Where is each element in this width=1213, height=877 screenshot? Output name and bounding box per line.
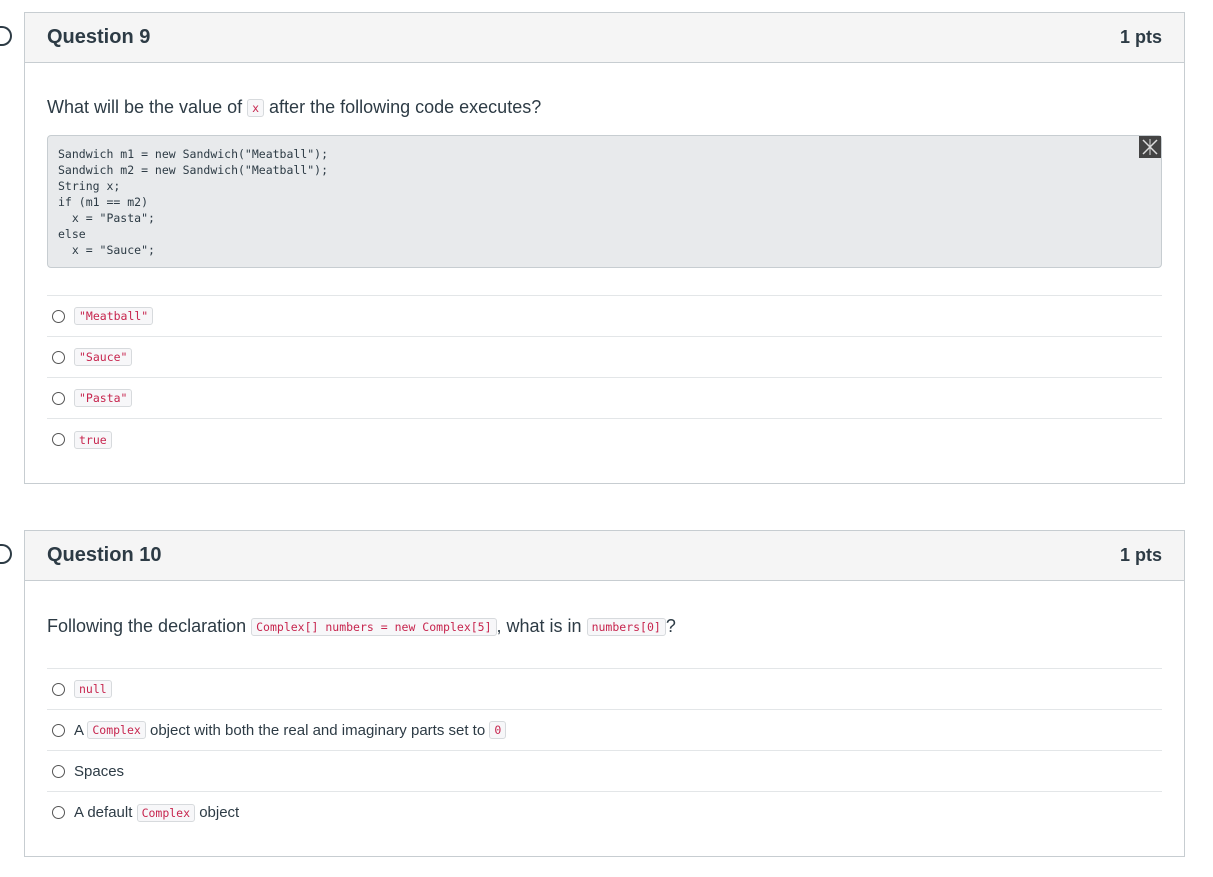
answer-option[interactable]: null [47,669,1162,711]
radio-button[interactable] [52,433,65,447]
answer-text: A default [74,804,137,822]
answer-text: Spaces [74,762,125,780]
flag-question-9-icon[interactable] [0,26,12,46]
radio-button[interactable] [52,682,65,696]
answer-list: "Meatball" "Sauce" "Pasta" true [47,295,1162,460]
radio-button[interactable] [52,309,65,323]
radio-button[interactable] [52,806,65,820]
answer-option[interactable]: Spaces [47,751,1162,793]
answer-code: "Pasta" [74,389,133,408]
question-header: Question 9 1 pts [25,13,1184,63]
answer-option[interactable]: A default Complex object [47,792,1162,833]
radio-button[interactable] [52,723,65,737]
question-prompt: What will be the value of x after the fo… [47,97,542,118]
answer-text: object with both the real and imaginary … [145,721,490,739]
answer-code: Complex [136,803,196,822]
inline-code: x [247,99,265,118]
expand-code-icon[interactable] [1139,136,1161,158]
answer-option[interactable]: A Complex object with both the real and … [47,710,1162,752]
question-10: Question 10 1 pts Following the declarat… [24,530,1185,857]
radio-button[interactable] [52,350,65,364]
radio-button[interactable] [52,391,65,405]
radio-button[interactable] [52,764,65,778]
answer-code: Complex [87,721,146,740]
question-9: Question 9 1 pts What will be the value … [24,12,1185,484]
answer-code: "Meatball" [74,307,154,326]
flag-question-10-icon[interactable] [0,544,12,564]
question-title: Question 10 [47,544,162,566]
answer-code: true [74,430,112,449]
inline-code: Complex[] numbers = new Complex[5] [251,618,497,637]
code-block: Sandwich m1 = new Sandwich("Meatball"); … [47,135,1162,269]
answer-code: "Sauce" [74,348,133,367]
question-points: 1 pts [1119,545,1162,565]
answer-code: 0 [489,721,507,740]
answer-list: null A Complex object with both the real… [47,668,1162,833]
inline-code: numbers[0] [586,618,666,637]
answer-option[interactable]: "Pasta" [47,378,1162,420]
answer-option[interactable]: "Sauce" [47,337,1162,379]
answer-text: object [195,804,240,822]
answer-code: null [74,680,112,699]
answer-text: A [74,721,88,739]
answer-option[interactable]: true [47,419,1162,460]
question-title: Question 9 [47,26,151,48]
question-prompt: Following the declaration Complex[] numb… [47,616,676,637]
answer-option[interactable]: "Meatball" [47,296,1162,338]
question-points: 1 pts [1119,27,1162,47]
question-header: Question 10 1 pts [25,531,1184,581]
